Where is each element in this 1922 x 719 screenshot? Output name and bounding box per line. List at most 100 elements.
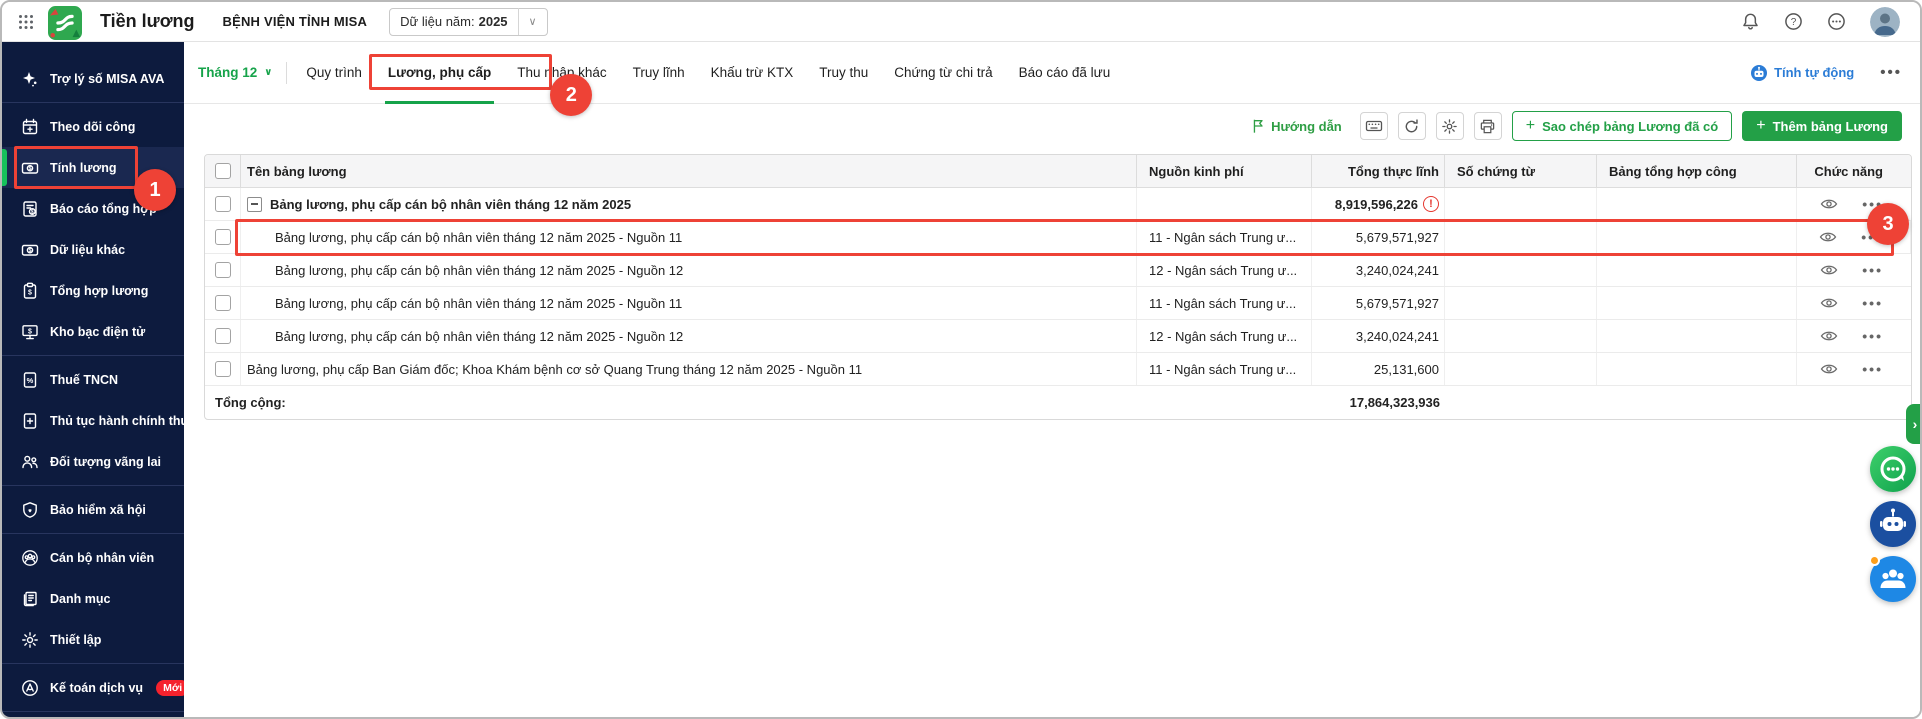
view-icon[interactable] xyxy=(1820,363,1838,375)
row-checkbox[interactable] xyxy=(215,229,231,245)
community-button[interactable] xyxy=(1870,556,1916,602)
chevron-right-icon: › xyxy=(1913,416,1918,432)
svg-text:$: $ xyxy=(31,209,34,215)
row-checkbox[interactable] xyxy=(215,262,231,278)
timesheet xyxy=(1597,254,1797,286)
settings-button[interactable] xyxy=(1436,112,1464,140)
sidebar-item-bao-hiem-xa-hoi[interactable]: Bảo hiểm xã hội xyxy=(2,489,184,530)
plus-icon: + xyxy=(1756,117,1765,135)
view-icon[interactable] xyxy=(1820,264,1838,276)
print-button[interactable] xyxy=(1474,112,1502,140)
data-year-value: 2025 xyxy=(479,14,508,29)
add-salary-table-button[interactable]: + Thêm bảng Lương xyxy=(1742,111,1902,141)
panel-expander-button[interactable]: › xyxy=(1906,404,1922,444)
salary-table-name: Bảng lương, phụ cấp cán bộ nhân viên thá… xyxy=(270,197,631,212)
tab-chung-tu-chi-tra[interactable]: Chứng từ chi trả xyxy=(881,42,1005,104)
column-header-doc-number: Số chứng từ xyxy=(1445,155,1597,187)
sidebar-item-theo-doi-cong[interactable]: Theo dõi công xyxy=(2,106,184,147)
row-checkbox[interactable] xyxy=(215,295,231,311)
tab-thu-nhap-khac[interactable]: Thu nhập khác xyxy=(504,42,619,104)
sidebar-item-tinh-luong[interactable]: $ Tính lương 1 xyxy=(2,147,184,188)
copy-button-label: Sao chép bảng Lương đã có xyxy=(1542,119,1718,134)
sidebar-item-thiet-lap[interactable]: Thiết lập xyxy=(2,619,184,660)
tab-khau-tru-ktx[interactable]: Khấu trừ KTX xyxy=(698,42,807,104)
tab-luong-phu-cap[interactable]: Lương, phụ cấp 2 xyxy=(375,42,504,104)
row-more-icon[interactable]: ••• xyxy=(1862,362,1883,376)
tab-quy-trinh[interactable]: Quy trình xyxy=(293,42,375,104)
total-amount: 8,919,596,226 xyxy=(1335,197,1418,212)
more-options-icon[interactable] xyxy=(1827,12,1846,31)
sidebar-item-danh-muc[interactable]: Danh mục xyxy=(2,578,184,619)
misa-logo-icon[interactable] xyxy=(48,6,82,40)
funding-source: 12 - Ngân sách Trung ư... xyxy=(1137,320,1312,352)
funding-source: 12 - Ngân sách Trung ư... xyxy=(1137,254,1312,286)
data-year-label: Dữ liệu năm: xyxy=(400,14,474,29)
shield-icon xyxy=(21,501,39,519)
copy-salary-table-button[interactable]: + Sao chép bảng Lương đã có xyxy=(1512,111,1732,141)
support-chat-icon xyxy=(1870,446,1916,492)
table-row[interactable]: Bảng lương, phụ cấp cán bộ nhân viên thá… xyxy=(205,254,1911,287)
table-row[interactable]: Bảng lương, phụ cấp Ban Giám đốc; Khoa K… xyxy=(205,353,1911,386)
sidebar-item-bao-cao-tong-hop[interactable]: $ Báo cáo tổng hợp xyxy=(2,188,184,229)
salary-table-name: Bảng lương, phụ cấp cán bộ nhân viên thá… xyxy=(275,263,683,278)
funding-source xyxy=(1137,188,1312,220)
row-more-icon[interactable]: ••• xyxy=(1862,263,1883,277)
row-more-icon[interactable]: ••• xyxy=(1862,197,1883,211)
row-checkbox[interactable] xyxy=(215,328,231,344)
sidebar-item-tong-hop-luong[interactable]: $ Tổng hợp lương xyxy=(2,270,184,311)
chatbot-button[interactable] xyxy=(1870,501,1916,547)
sidebar-item-doi-tuong-vang-lai[interactable]: Đối tượng vãng lai xyxy=(2,441,184,482)
view-icon[interactable] xyxy=(1820,297,1838,309)
sidebar-item-ke-toan-dich-vu[interactable]: Kế toán dịch vụ Mới xyxy=(2,667,184,708)
table-row[interactable]: Bảng lương, phụ cấp cán bộ nhân viên thá… xyxy=(205,287,1911,320)
sidebar-divider xyxy=(2,355,184,356)
doc-number xyxy=(1445,188,1597,220)
sidebar-item-label: Đối tượng vãng lai xyxy=(50,455,161,469)
sidebar-item-du-lieu-khac[interactable]: $ Dữ liệu khác xyxy=(2,229,184,270)
user-avatar[interactable] xyxy=(1870,7,1900,37)
total-amount: 25,131,600 xyxy=(1374,362,1439,377)
support-chat-button[interactable] xyxy=(1870,446,1916,492)
select-all-checkbox[interactable] xyxy=(215,163,231,179)
sidebar-item-tro-ly-so-misa-ava[interactable]: Trợ lý số MISA AVA xyxy=(2,58,184,99)
table-row[interactable]: Bảng lương, phụ cấp cán bộ nhân viên thá… xyxy=(205,320,1911,353)
tab-truy-linh[interactable]: Truy lĩnh xyxy=(620,42,698,104)
app-grid-icon[interactable] xyxy=(18,14,34,30)
table-footer-row: Tổng cộng: 17,864,323,936 xyxy=(205,386,1911,419)
view-icon[interactable] xyxy=(1820,198,1838,210)
tab-bao-cao-da-luu[interactable]: Báo cáo đã lưu xyxy=(1006,42,1124,104)
row-checkbox[interactable] xyxy=(215,196,231,212)
collapse-icon[interactable] xyxy=(247,197,262,212)
guide-label: Hướng dẫn xyxy=(1271,119,1342,134)
row-more-icon[interactable]: ••• xyxy=(1861,230,1882,244)
timesheet xyxy=(1597,353,1797,385)
salary-table: Tên bảng lương Nguồn kinh phí Tổng thực … xyxy=(204,154,1912,420)
notification-bell-icon[interactable] xyxy=(1741,12,1760,31)
row-more-icon[interactable]: ••• xyxy=(1862,329,1883,343)
sidebar-item-thu-tuc-hanh-chinh-thue[interactable]: Thủ tục hành chính thuế xyxy=(2,400,184,441)
sidebar-item-kho-bac-dien-tu[interactable]: $ Kho bạc điện tử xyxy=(2,311,184,352)
auto-calc-link[interactable]: Tính tự động xyxy=(1750,64,1854,82)
keyboard-shortcuts-button[interactable] xyxy=(1360,112,1388,140)
refresh-button[interactable] xyxy=(1398,112,1426,140)
tab-label: Lương, phụ cấp xyxy=(388,65,491,80)
tab-truy-thu[interactable]: Truy thu xyxy=(806,42,881,104)
row-more-icon[interactable]: ••• xyxy=(1862,296,1883,310)
view-icon[interactable] xyxy=(1820,330,1838,342)
column-header-actions: Chức năng xyxy=(1797,155,1911,187)
guide-link[interactable]: Hướng dẫn xyxy=(1250,118,1342,134)
table-row-highlighted[interactable]: Bảng lương, phụ cấp cán bộ nhân viên thá… xyxy=(205,221,1911,254)
data-year-dropdown[interactable]: Dữ liệu năm: 2025 ∨ xyxy=(389,8,547,36)
table-row[interactable]: Bảng lương, phụ cấp cán bộ nhân viên thá… xyxy=(205,188,1911,221)
sidebar-item-can-bo-nhan-vien[interactable]: Cán bộ nhân viên xyxy=(2,537,184,578)
column-header-source: Nguồn kinh phí xyxy=(1137,155,1312,187)
view-icon[interactable] xyxy=(1819,231,1837,243)
tab-more-icon[interactable]: ••• xyxy=(1880,64,1902,81)
row-checkbox[interactable] xyxy=(215,361,231,377)
funding-source: 11 - Ngân sách Trung ư... xyxy=(1137,287,1312,319)
svg-text:$: $ xyxy=(28,289,32,296)
month-selector[interactable]: Tháng 12 ∨ xyxy=(190,65,286,80)
sidebar-divider xyxy=(2,711,184,712)
sidebar-item-thue-tncn[interactable]: % Thuế TNCN xyxy=(2,359,184,400)
help-icon[interactable]: ? xyxy=(1784,12,1803,31)
